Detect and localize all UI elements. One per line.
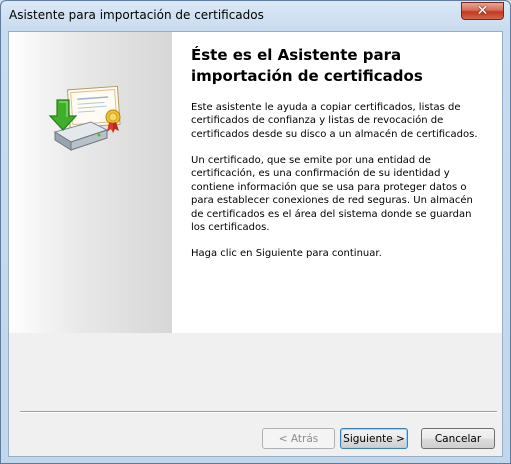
cancel-button[interactable]: Cancelar: [421, 428, 495, 449]
wizard-window: Asistente para importación de certificad…: [0, 0, 511, 464]
intro-paragraph: Este asistente le ayuda a copiar certifi…: [191, 102, 478, 140]
certificate-description-paragraph: Un certificado, que se emite por una ent…: [191, 155, 473, 234]
continue-instruction: Haga clic en Siguiente para continuar.: [191, 248, 382, 259]
certificate-import-icon: [48, 85, 121, 151]
close-button[interactable]: ✕: [461, 2, 504, 20]
wizard-client-area: Éste es el Asistente para importación de…: [8, 31, 503, 457]
window-title: Asistente para importación de certificad…: [9, 8, 264, 22]
next-button[interactable]: Siguiente >: [340, 428, 408, 449]
title-bar[interactable]: Asistente para importación de certificad…: [1, 1, 510, 31]
wizard-main-panel: Éste es el Asistente para importación de…: [172, 32, 502, 333]
wizard-side-panel: [9, 32, 172, 333]
back-button[interactable]: < Atrás: [262, 428, 335, 449]
close-icon: ✕: [476, 3, 489, 19]
wizard-heading: Éste es el Asistente para importación de…: [191, 46, 423, 85]
button-separator: [20, 411, 497, 413]
